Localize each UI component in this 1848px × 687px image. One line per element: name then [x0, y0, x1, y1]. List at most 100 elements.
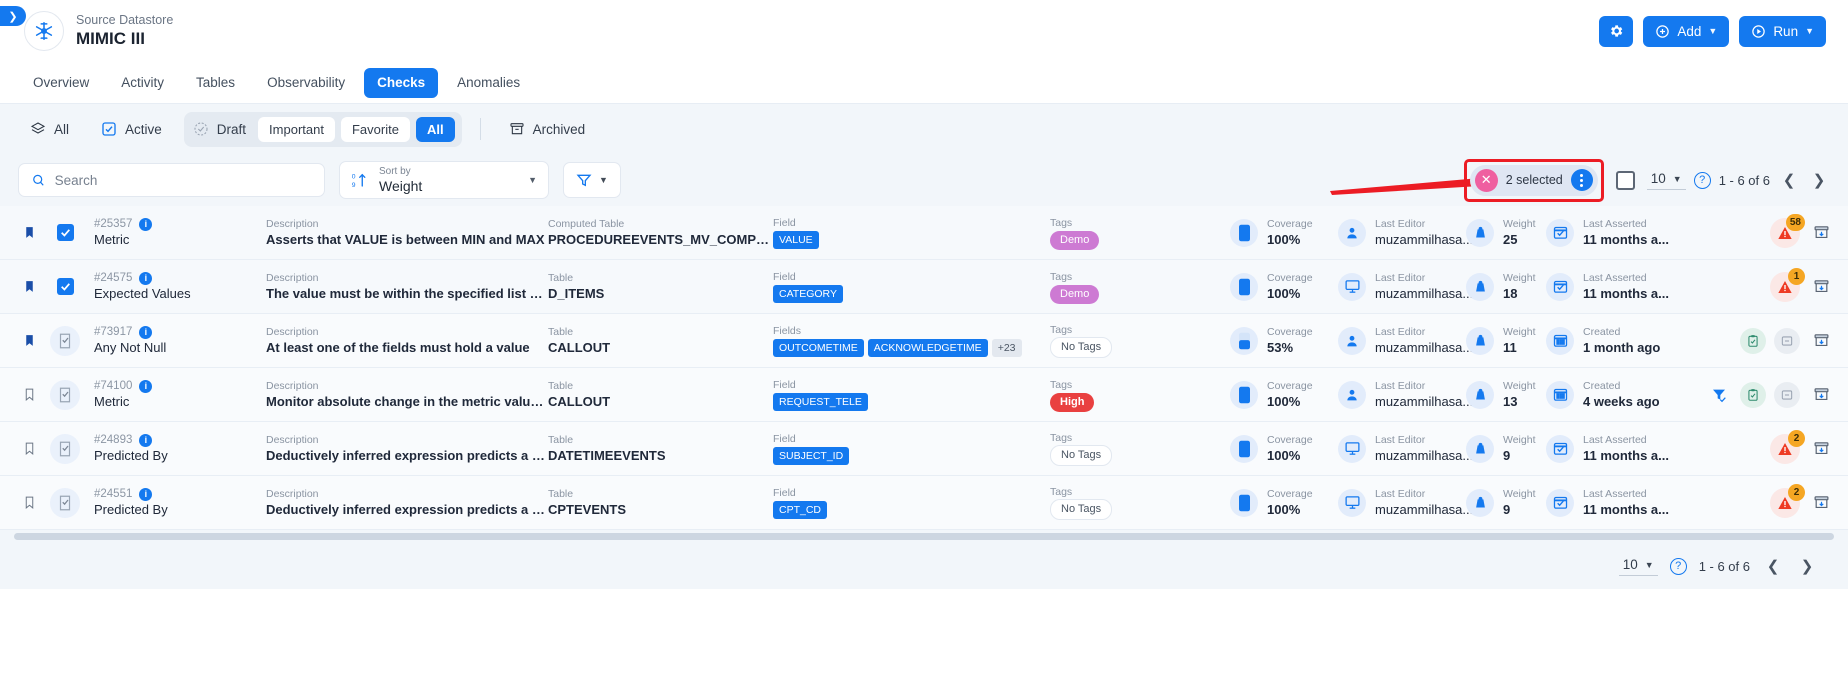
- row-filter-indicator[interactable]: [1706, 382, 1732, 408]
- anomaly-warning[interactable]: 2: [1770, 483, 1805, 518]
- row-select-checkbox[interactable]: [50, 325, 80, 356]
- sort-by-dropdown[interactable]: 0 9 Sort by Weight ▼: [339, 161, 549, 199]
- sidebar-expand-button[interactable]: ❯: [0, 6, 26, 26]
- validate-row-button[interactable]: [1740, 327, 1766, 354]
- search-box[interactable]: [18, 163, 325, 197]
- table-row[interactable]: #25357 i Metric Description Asserts that VAL…: [0, 206, 1848, 260]
- field-chip[interactable]: CPT_CD: [773, 501, 828, 519]
- tab-observability[interactable]: Observability: [254, 68, 358, 98]
- filter-active[interactable]: Active: [91, 116, 172, 142]
- row-checkbox-checked[interactable]: [56, 278, 74, 295]
- info-icon[interactable]: i: [139, 325, 153, 339]
- bookmark-toggle[interactable]: [18, 494, 40, 511]
- coverage-label: Coverage: [1267, 326, 1313, 338]
- calendar-icon: [1553, 388, 1567, 401]
- archive-row-button[interactable]: [1808, 328, 1834, 354]
- bookmark-toggle[interactable]: [18, 278, 40, 295]
- funnel-icon: [576, 174, 592, 187]
- footer-previous-page-button[interactable]: ❮: [1762, 555, 1784, 577]
- tag-pill[interactable]: No Tags: [1050, 445, 1113, 466]
- info-icon[interactable]: i: [139, 379, 153, 393]
- archive-row-button[interactable]: [1808, 220, 1834, 246]
- bookmark-outline-icon: [25, 388, 33, 401]
- filter-dropdown-button[interactable]: ▼: [563, 162, 621, 198]
- clear-selection-button[interactable]: ✕: [1474, 168, 1498, 192]
- search-input[interactable]: [54, 172, 312, 188]
- anomaly-warning[interactable]: 58: [1770, 213, 1805, 248]
- archive-row-button[interactable]: [1808, 274, 1834, 300]
- filter-all[interactable]: All: [20, 116, 79, 142]
- info-icon[interactable]: i: [139, 271, 153, 285]
- add-button[interactable]: Add ▼: [1643, 15, 1730, 47]
- last-editor-value: muzammilhasa...: [1375, 232, 1474, 247]
- tag-pill[interactable]: Demo: [1050, 230, 1100, 250]
- footer-page-size-dropdown[interactable]: 10 ▼: [1618, 556, 1658, 576]
- coverage-value: 53%: [1267, 340, 1294, 355]
- archive-row-button[interactable]: [1808, 382, 1834, 408]
- filter-archived[interactable]: Archived: [499, 116, 596, 142]
- page-size-dropdown[interactable]: 10 ▼: [1646, 170, 1686, 190]
- footer-help-icon[interactable]: ?: [1669, 557, 1687, 575]
- field-chip[interactable]: OUTCOMETIME: [773, 339, 864, 357]
- bookmark-toggle[interactable]: [18, 386, 40, 403]
- footer-next-page-button[interactable]: ❯: [1796, 555, 1818, 577]
- validate-row-button[interactable]: [1740, 381, 1766, 408]
- horizontal-scrollbar[interactable]: [0, 530, 1848, 543]
- tab-tables[interactable]: Tables: [183, 68, 248, 98]
- date-value: 4 weeks ago: [1583, 394, 1660, 409]
- tag-pill[interactable]: High: [1050, 392, 1095, 412]
- settings-button[interactable]: [1599, 15, 1634, 47]
- calendar-icon: [1546, 326, 1574, 355]
- disable-row-button[interactable]: [1774, 381, 1800, 408]
- field-chip[interactable]: REQUEST_TELE: [773, 393, 868, 411]
- row-select-checkbox[interactable]: [50, 433, 80, 464]
- table-row[interactable]: #24893 i Predicted By Description Deductivel…: [0, 422, 1848, 476]
- archive-row-button[interactable]: [1808, 436, 1834, 462]
- field-chip[interactable]: SUBJECT_ID: [773, 447, 850, 465]
- field-chip[interactable]: VALUE: [773, 231, 819, 249]
- info-icon[interactable]: i: [139, 217, 153, 231]
- row-checkbox-checked[interactable]: [56, 224, 74, 241]
- select-all-checkbox[interactable]: [1615, 170, 1635, 190]
- weight-value: 11: [1503, 340, 1517, 355]
- bookmark-toggle[interactable]: [18, 440, 40, 457]
- next-page-button[interactable]: ❯: [1808, 169, 1830, 191]
- table-row[interactable]: #74100 i Metric Description Monitor absolute…: [0, 368, 1848, 422]
- info-icon[interactable]: i: [139, 487, 153, 501]
- bookmark-toggle[interactable]: [18, 332, 40, 349]
- bookmark-toggle[interactable]: [18, 224, 40, 241]
- more-fields-chip[interactable]: +23: [991, 339, 1022, 357]
- selection-actions-menu-button[interactable]: [1570, 169, 1593, 191]
- archive-download-icon: [1814, 280, 1828, 293]
- row-select-checkbox[interactable]: [50, 379, 80, 410]
- tab-activity[interactable]: Activity: [108, 68, 177, 98]
- row-select-checkbox[interactable]: [50, 487, 80, 518]
- filter-draft[interactable]: Draft: [191, 121, 252, 137]
- row-select-checkbox[interactable]: [50, 272, 80, 302]
- anomaly-warning[interactable]: 1: [1770, 267, 1805, 302]
- filter-important[interactable]: Important: [258, 116, 335, 142]
- row-select-checkbox[interactable]: [50, 218, 80, 248]
- tab-checks[interactable]: Checks: [364, 67, 439, 98]
- field-chip[interactable]: CATEGORY: [773, 285, 843, 303]
- row-actions: 1: [1770, 267, 1834, 302]
- table-row[interactable]: #24551 i Predicted By Description Deductivel…: [0, 476, 1848, 530]
- table-row[interactable]: #73917 i Any Not Null Description At least o…: [0, 314, 1848, 368]
- scrollbar-thumb[interactable]: [14, 533, 1834, 540]
- tag-pill[interactable]: No Tags: [1050, 337, 1113, 358]
- tab-overview[interactable]: Overview: [20, 68, 102, 98]
- tab-anomalies[interactable]: Anomalies: [444, 68, 533, 98]
- previous-page-button[interactable]: ❮: [1778, 169, 1800, 191]
- disable-row-button[interactable]: [1774, 327, 1800, 354]
- anomaly-warning[interactable]: 2: [1770, 429, 1805, 464]
- help-icon[interactable]: ?: [1693, 171, 1711, 189]
- archive-row-button[interactable]: [1808, 490, 1834, 516]
- run-button[interactable]: Run ▼: [1739, 15, 1826, 47]
- info-icon[interactable]: i: [139, 433, 153, 447]
- filter-segment-all[interactable]: All: [415, 116, 455, 142]
- tag-pill[interactable]: Demo: [1050, 284, 1100, 304]
- tag-pill[interactable]: No Tags: [1050, 499, 1113, 520]
- filter-favorite[interactable]: Favorite: [340, 116, 410, 142]
- field-chip[interactable]: ACKNOWLEDGETIME: [867, 339, 988, 357]
- table-row[interactable]: #24575 i Expected Values Description The val…: [0, 260, 1848, 314]
